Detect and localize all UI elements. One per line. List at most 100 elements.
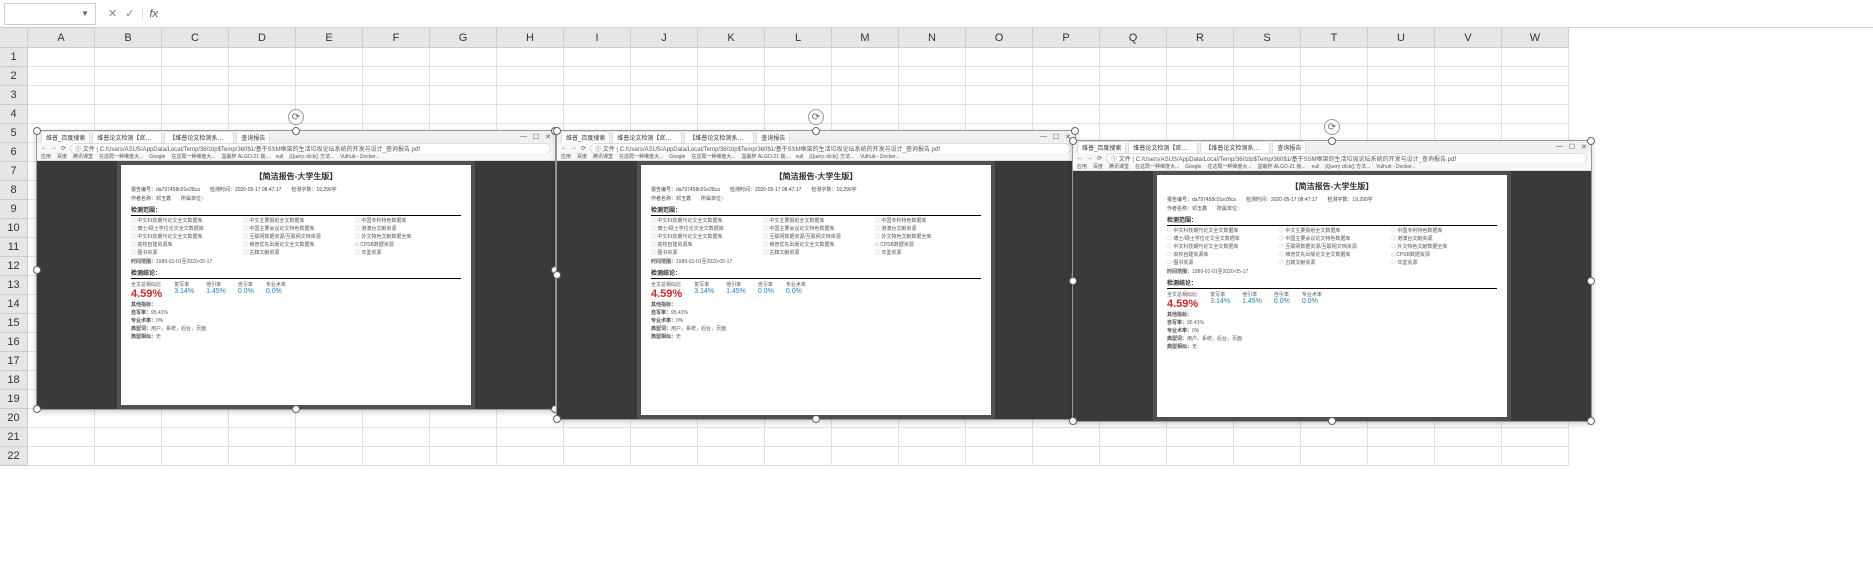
cell[interactable] (1301, 86, 1368, 105)
nav-button[interactable]: ⟳ (581, 145, 586, 152)
row-header[interactable]: 16 (0, 333, 28, 352)
column-header[interactable]: E (296, 28, 363, 48)
nav-button[interactable]: → (571, 145, 577, 151)
resize-handle[interactable] (1069, 417, 1077, 425)
column-header[interactable]: L (765, 28, 832, 48)
column-header[interactable]: M (832, 28, 899, 48)
column-header[interactable]: A (28, 28, 95, 48)
window-button[interactable]: ✕ (1581, 143, 1587, 151)
cell[interactable] (1234, 447, 1301, 466)
cell[interactable] (631, 67, 698, 86)
bookmark[interactable]: 应用 (1077, 163, 1087, 170)
cell[interactable] (363, 48, 430, 67)
column-header[interactable]: Q (1100, 28, 1167, 48)
bookmark[interactable]: 应用 (41, 153, 51, 160)
cell[interactable] (162, 447, 229, 466)
row-header[interactable]: 14 (0, 295, 28, 314)
resize-handle[interactable] (292, 127, 300, 135)
bookmark[interactable]: 在这局一种维度大... (691, 153, 735, 160)
bookmark[interactable]: 在这局一种维度大... (99, 153, 143, 160)
cell[interactable] (1435, 86, 1502, 105)
cell[interactable] (430, 428, 497, 447)
bookmark[interactable]: Google (669, 154, 685, 160)
column-header[interactable]: R (1167, 28, 1234, 48)
cell[interactable] (1100, 86, 1167, 105)
cell[interactable] (765, 428, 832, 447)
cell[interactable] (1100, 67, 1167, 86)
cell[interactable] (497, 428, 564, 447)
column-header[interactable]: B (95, 28, 162, 48)
cell[interactable] (832, 428, 899, 447)
embedded-image[interactable]: 维普_百度搜索维普论文检测【官方网站】-论文...【维普论文检测系统-大学生..… (1072, 140, 1592, 422)
cell[interactable] (1368, 105, 1435, 124)
column-header[interactable]: S (1234, 28, 1301, 48)
resize-handle[interactable] (33, 266, 41, 274)
resize-handle[interactable] (1328, 137, 1336, 145)
column-header[interactable]: D (229, 28, 296, 48)
cell[interactable] (966, 48, 1033, 67)
browser-tab[interactable]: 维普_百度搜索 (561, 131, 610, 143)
bookmark[interactable]: 在这局一种维度大... (1207, 163, 1251, 170)
cell[interactable] (1167, 105, 1234, 124)
column-header[interactable]: W (1502, 28, 1569, 48)
cell[interactable] (1502, 105, 1569, 124)
bookmark[interactable]: 百度 (57, 153, 67, 160)
cell[interactable] (564, 67, 631, 86)
bookmark[interactable]: jQuery click() 方法... (809, 153, 854, 160)
cell[interactable] (698, 428, 765, 447)
cell[interactable] (497, 105, 564, 124)
cell[interactable] (1234, 86, 1301, 105)
cell[interactable] (1502, 48, 1569, 67)
cell[interactable] (28, 67, 95, 86)
cell[interactable] (564, 86, 631, 105)
chevron-down-icon[interactable]: ▼ (81, 9, 89, 18)
rotate-handle-icon[interactable]: ⟳ (288, 109, 304, 125)
cell[interactable] (1234, 428, 1301, 447)
cell[interactable] (497, 67, 564, 86)
cell[interactable] (95, 86, 162, 105)
window-button[interactable]: — (1040, 133, 1047, 141)
cell[interactable] (1435, 67, 1502, 86)
bookmark[interactable]: null (796, 154, 804, 160)
cell[interactable] (162, 48, 229, 67)
bookmark[interactable]: 盆栽杯 ALGO-21 装... (742, 153, 790, 160)
cell[interactable] (95, 428, 162, 447)
bookmark[interactable]: 在这局一种维度大... (171, 153, 215, 160)
nav-button[interactable]: → (51, 145, 57, 151)
cell[interactable] (564, 447, 631, 466)
nav-button[interactable]: ← (561, 145, 567, 151)
cell[interactable] (631, 105, 698, 124)
bookmark[interactable]: jQuery click() 方法... (289, 153, 334, 160)
column-header[interactable]: O (966, 28, 1033, 48)
cell[interactable] (698, 447, 765, 466)
resize-handle[interactable] (553, 271, 561, 279)
cell[interactable] (765, 86, 832, 105)
cell[interactable] (296, 428, 363, 447)
cell[interactable] (899, 428, 966, 447)
bookmark[interactable]: 百度 (1093, 163, 1103, 170)
resize-handle[interactable] (1328, 417, 1336, 425)
cell[interactable] (899, 105, 966, 124)
browser-tab[interactable]: 【维普论文检测系统-大学生... (684, 131, 754, 143)
resize-handle[interactable] (33, 127, 41, 135)
cell[interactable] (1033, 447, 1100, 466)
browser-tab[interactable]: 维普论文检测【官方网站】-论文... (92, 131, 162, 143)
row-header[interactable]: 2 (0, 67, 28, 86)
bookmark[interactable]: 应用 (561, 153, 571, 160)
cell[interactable] (765, 447, 832, 466)
nav-button[interactable]: ⟳ (61, 145, 66, 152)
cell[interactable] (1033, 86, 1100, 105)
cell[interactable] (1234, 48, 1301, 67)
cell[interactable] (229, 105, 296, 124)
bookmark[interactable]: Vulhub - Docker... (1376, 164, 1416, 170)
bookmark[interactable]: 在这局一种维度大... (619, 153, 663, 160)
cell[interactable] (765, 48, 832, 67)
cell[interactable] (430, 105, 497, 124)
accept-icon[interactable]: ✓ (125, 7, 134, 20)
column-header[interactable]: N (899, 28, 966, 48)
cell[interactable] (1301, 428, 1368, 447)
cell[interactable] (1368, 447, 1435, 466)
cell[interactable] (765, 67, 832, 86)
cell[interactable] (832, 105, 899, 124)
cell[interactable] (95, 409, 162, 428)
